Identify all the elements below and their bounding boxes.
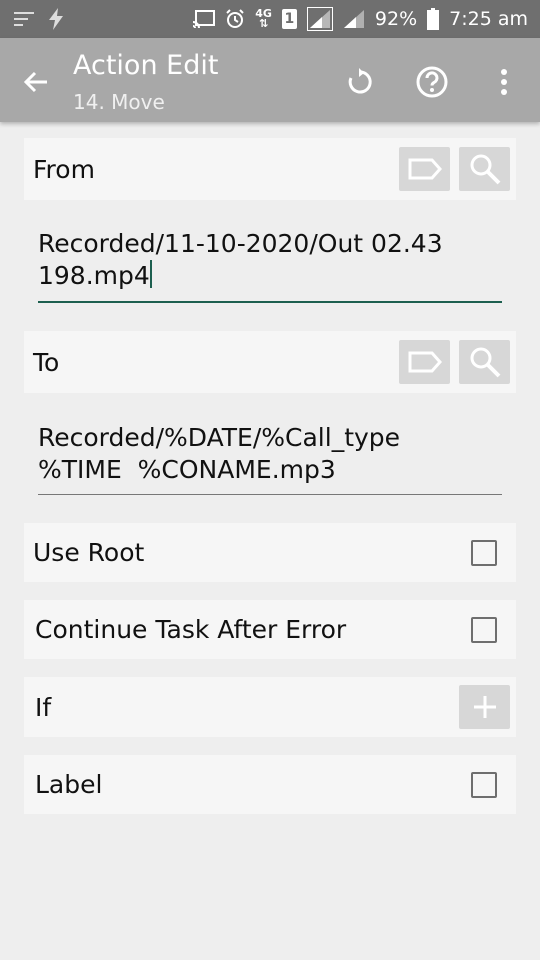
app-toolbar: Action Edit 14. Move bbox=[0, 38, 540, 122]
notification-icon bbox=[14, 12, 34, 26]
flash-icon bbox=[48, 8, 64, 30]
back-arrow-icon bbox=[23, 71, 47, 93]
from-input-underline bbox=[38, 301, 502, 303]
from-search-button[interactable] bbox=[459, 147, 510, 191]
alarm-icon bbox=[225, 9, 245, 29]
text-cursor bbox=[149, 260, 152, 288]
sim-icon: 1 bbox=[281, 9, 297, 29]
clock: 7:25 am bbox=[449, 8, 528, 30]
from-variable-button[interactable] bbox=[399, 147, 450, 191]
use-root-checkbox[interactable] bbox=[471, 539, 497, 566]
more-vert-icon bbox=[501, 69, 507, 95]
label-tag-icon bbox=[408, 158, 442, 180]
battery-percent: 92% bbox=[374, 8, 418, 30]
network-4g-icon: 4G ⇅ bbox=[255, 8, 272, 30]
label-label: Label bbox=[35, 770, 103, 799]
if-row: If bbox=[24, 677, 516, 737]
signal-icon-2 bbox=[343, 9, 365, 29]
use-root-row[interactable]: Use Root bbox=[24, 523, 516, 582]
to-search-button[interactable] bbox=[459, 340, 510, 384]
continue-task-checkbox[interactable] bbox=[471, 616, 497, 643]
help-icon bbox=[416, 66, 448, 98]
label-checkbox[interactable] bbox=[471, 771, 497, 798]
sim-number: 1 bbox=[284, 11, 295, 27]
continue-task-row[interactable]: Continue Task After Error bbox=[24, 600, 516, 659]
to-label: To bbox=[33, 347, 60, 377]
cast-icon bbox=[193, 10, 216, 28]
from-path-input[interactable]: Recorded/11-10-2020/Out 02.43 198.mp4 bbox=[38, 228, 502, 292]
search-icon bbox=[470, 154, 500, 185]
continue-task-label: Continue Task After Error bbox=[35, 615, 347, 644]
from-row: From bbox=[24, 138, 516, 200]
page-title: Action Edit bbox=[73, 50, 219, 81]
more-options-button[interactable] bbox=[482, 60, 526, 104]
to-row: To bbox=[24, 331, 516, 393]
from-path-value: Recorded/11-10-2020/Out 02.43 198.mp4 bbox=[38, 229, 443, 290]
use-root-label: Use Root bbox=[33, 538, 145, 567]
to-path-input[interactable]: Recorded/%DATE/%Call_type %TIME %CONAME.… bbox=[38, 422, 502, 486]
if-label: If bbox=[35, 692, 52, 722]
reset-button[interactable] bbox=[338, 60, 382, 104]
search-icon bbox=[470, 347, 500, 378]
add-condition-button[interactable] bbox=[459, 685, 510, 729]
to-variable-button[interactable] bbox=[399, 340, 450, 384]
help-button[interactable] bbox=[410, 60, 454, 104]
label-row[interactable]: Label bbox=[24, 755, 516, 814]
plus-icon bbox=[473, 696, 496, 718]
battery-icon bbox=[427, 8, 440, 30]
status-bar: 4G ⇅ 1 92% 7:25 am bbox=[0, 0, 540, 38]
to-path-value: Recorded/%DATE/%Call_type %TIME %CONAME.… bbox=[38, 423, 401, 484]
back-button[interactable] bbox=[16, 62, 56, 102]
reset-icon bbox=[348, 68, 372, 94]
label-tag-icon bbox=[408, 351, 442, 373]
page-subtitle: 14. Move bbox=[73, 90, 165, 114]
from-label: From bbox=[33, 154, 95, 184]
data-arrows-icon: ⇅ bbox=[258, 17, 269, 30]
to-input-underline bbox=[38, 494, 502, 495]
signal-icon bbox=[306, 7, 333, 31]
